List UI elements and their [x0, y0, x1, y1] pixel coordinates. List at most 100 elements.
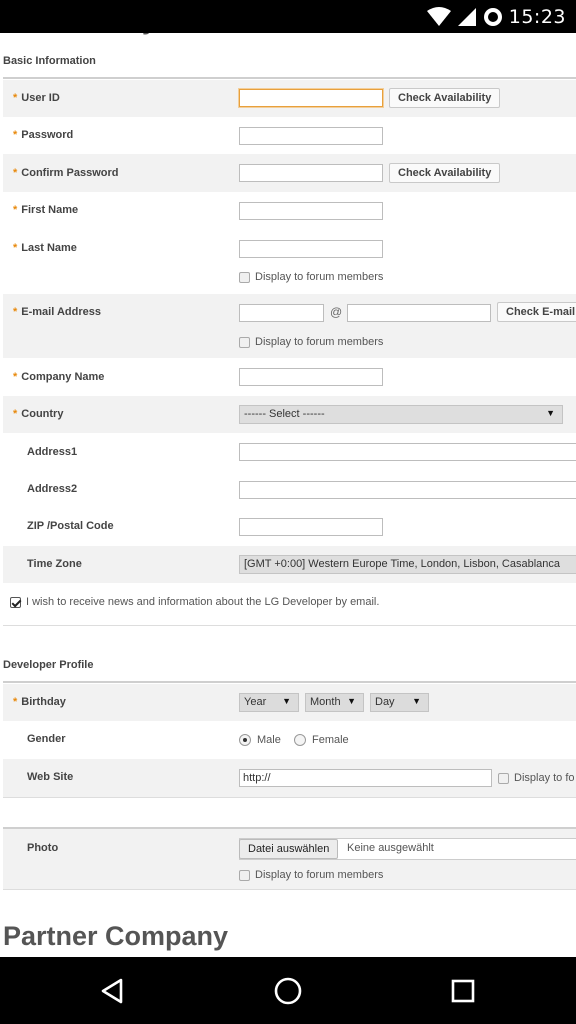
password-label: * Password	[13, 129, 74, 141]
user-id-input[interactable]	[239, 89, 383, 107]
row-gender: Gender Male Female	[3, 721, 576, 759]
home-circle-icon	[274, 977, 302, 1005]
divider	[3, 625, 576, 626]
last-name-display-checkbox[interactable]: Display to forum members	[239, 271, 383, 283]
radio-icon[interactable]	[294, 734, 306, 746]
section-title-basic: Basic Information	[3, 55, 96, 67]
partial-heading: y	[142, 33, 156, 36]
divider	[3, 797, 576, 798]
chevron-down-icon: ▼	[412, 696, 421, 706]
row-country: * Country ------ Select ------ ▼	[3, 396, 576, 433]
newsletter-checkbox[interactable]: I wish to receive news and information a…	[10, 596, 379, 608]
timezone-label: Time Zone	[27, 558, 82, 570]
navigation-bar	[0, 957, 576, 1024]
gender-male-radio[interactable]: Male	[239, 734, 281, 746]
wifi-icon	[426, 7, 451, 26]
recents-square-icon	[451, 979, 475, 1003]
partner-company-heading: Partner Company	[3, 921, 229, 951]
birthday-year-select[interactable]: Year ▼	[239, 693, 299, 712]
password-input[interactable]	[239, 127, 383, 145]
chevron-down-icon: ▼	[347, 696, 356, 706]
country-select[interactable]: ------ Select ------ ▼	[239, 405, 563, 424]
row-address2: Address2	[3, 471, 576, 508]
registration-page: y Basic Information *User ID Check Avail…	[0, 33, 576, 957]
row-zip: ZIP /Postal Code	[3, 508, 576, 546]
data-saver-icon	[483, 8, 502, 26]
last-name-label: * Last Name	[13, 242, 77, 254]
company-label: * Company Name	[13, 371, 105, 383]
at-sign: @	[330, 305, 343, 319]
row-timezone: Time Zone [GMT +0:00] Western Europe Tim…	[3, 546, 576, 583]
required-marker: *	[13, 204, 18, 216]
required-marker: *	[13, 92, 18, 104]
last-name-input[interactable]	[239, 240, 383, 258]
country-label: * Country	[13, 408, 64, 420]
checkbox-icon[interactable]	[239, 336, 250, 348]
photo-file-input[interactable]: Datei auswählen Keine ausgewählt	[239, 838, 576, 860]
first-name-input[interactable]	[239, 202, 383, 220]
email-label: * E-mail Address	[13, 306, 101, 318]
row-website: Web Site http:// Display to fo	[3, 759, 576, 797]
address1-input[interactable]	[239, 443, 576, 461]
website-input[interactable]: http://	[239, 769, 492, 787]
required-marker: *	[13, 306, 18, 318]
chevron-down-icon: ▼	[546, 408, 555, 418]
birthday-day-select[interactable]: Day ▼	[370, 693, 429, 712]
gender-label: Gender	[27, 733, 66, 745]
row-confirm-password: * Confirm Password Check Availability	[3, 154, 576, 192]
checkbox-checked-icon[interactable]	[10, 596, 21, 608]
cell-signal-icon	[457, 8, 476, 26]
website-display-checkbox[interactable]: Display to fo	[498, 772, 575, 784]
website-label: Web Site	[27, 771, 74, 783]
file-status: Keine ausgewählt	[347, 842, 434, 854]
radio-selected-icon[interactable]	[239, 734, 251, 746]
photo-display-checkbox[interactable]: Display to forum members	[239, 869, 383, 881]
birthday-label: * Birthday	[13, 696, 66, 708]
row-photo: Photo Datei auswählen Keine ausgewählt D…	[3, 829, 576, 889]
check-email-button[interactable]: Check E-mail	[497, 302, 576, 322]
checkbox-icon[interactable]	[498, 772, 509, 784]
checkbox-icon[interactable]	[239, 869, 250, 881]
required-marker: *	[13, 242, 18, 254]
status-bar: 15:23	[0, 0, 576, 33]
choose-file-button[interactable]: Datei auswählen	[239, 839, 339, 859]
row-company: * Company Name	[3, 358, 576, 396]
row-birthday: * Birthday Year ▼ Month ▼ Day ▼	[3, 684, 576, 721]
timezone-select[interactable]: [GMT +0:00] Western Europe Time, London,…	[239, 555, 576, 574]
email-local-input[interactable]	[239, 304, 324, 322]
first-name-label: * First Name	[13, 204, 79, 216]
home-button[interactable]	[270, 973, 306, 1009]
birthday-month-select[interactable]: Month ▼	[305, 693, 364, 712]
company-input[interactable]	[239, 368, 383, 386]
row-email: * E-mail Address @ Check E-mail Display t…	[3, 294, 576, 358]
check-availability-button-2[interactable]: Check Availability	[389, 163, 501, 183]
row-last-name: * Last Name Display to forum members	[3, 229, 576, 294]
gender-female-radio[interactable]: Female	[294, 734, 349, 746]
status-icons: 15:23	[426, 4, 566, 30]
row-first-name: * First Name	[3, 192, 576, 229]
email-domain-input[interactable]	[347, 304, 491, 322]
row-password: * Password	[3, 117, 576, 154]
address2-label: Address2	[27, 483, 78, 495]
section-title-developer: Developer Profile	[3, 659, 94, 671]
check-availability-button[interactable]: Check Availability	[389, 88, 501, 108]
address1-label: Address1	[27, 446, 78, 458]
zip-label: ZIP /Postal Code	[27, 520, 114, 532]
photo-label: Photo	[27, 842, 59, 854]
status-time: 15:23	[508, 6, 566, 28]
section-divider	[3, 77, 576, 79]
address2-input[interactable]	[239, 481, 576, 499]
confirm-password-input[interactable]	[239, 164, 383, 182]
required-marker: *	[13, 371, 18, 383]
recents-button[interactable]	[445, 973, 481, 1009]
back-button[interactable]	[94, 973, 130, 1009]
section-divider	[3, 681, 576, 683]
required-marker: *	[13, 696, 18, 708]
checkbox-icon[interactable]	[239, 271, 250, 283]
back-triangle-icon	[101, 978, 123, 1004]
email-display-checkbox[interactable]: Display to forum members	[239, 336, 383, 348]
confirm-password-label: * Confirm Password	[13, 167, 119, 179]
chevron-down-icon: ▼	[282, 696, 291, 706]
user-id-label: * User ID	[13, 92, 60, 104]
zip-input[interactable]	[239, 518, 383, 536]
